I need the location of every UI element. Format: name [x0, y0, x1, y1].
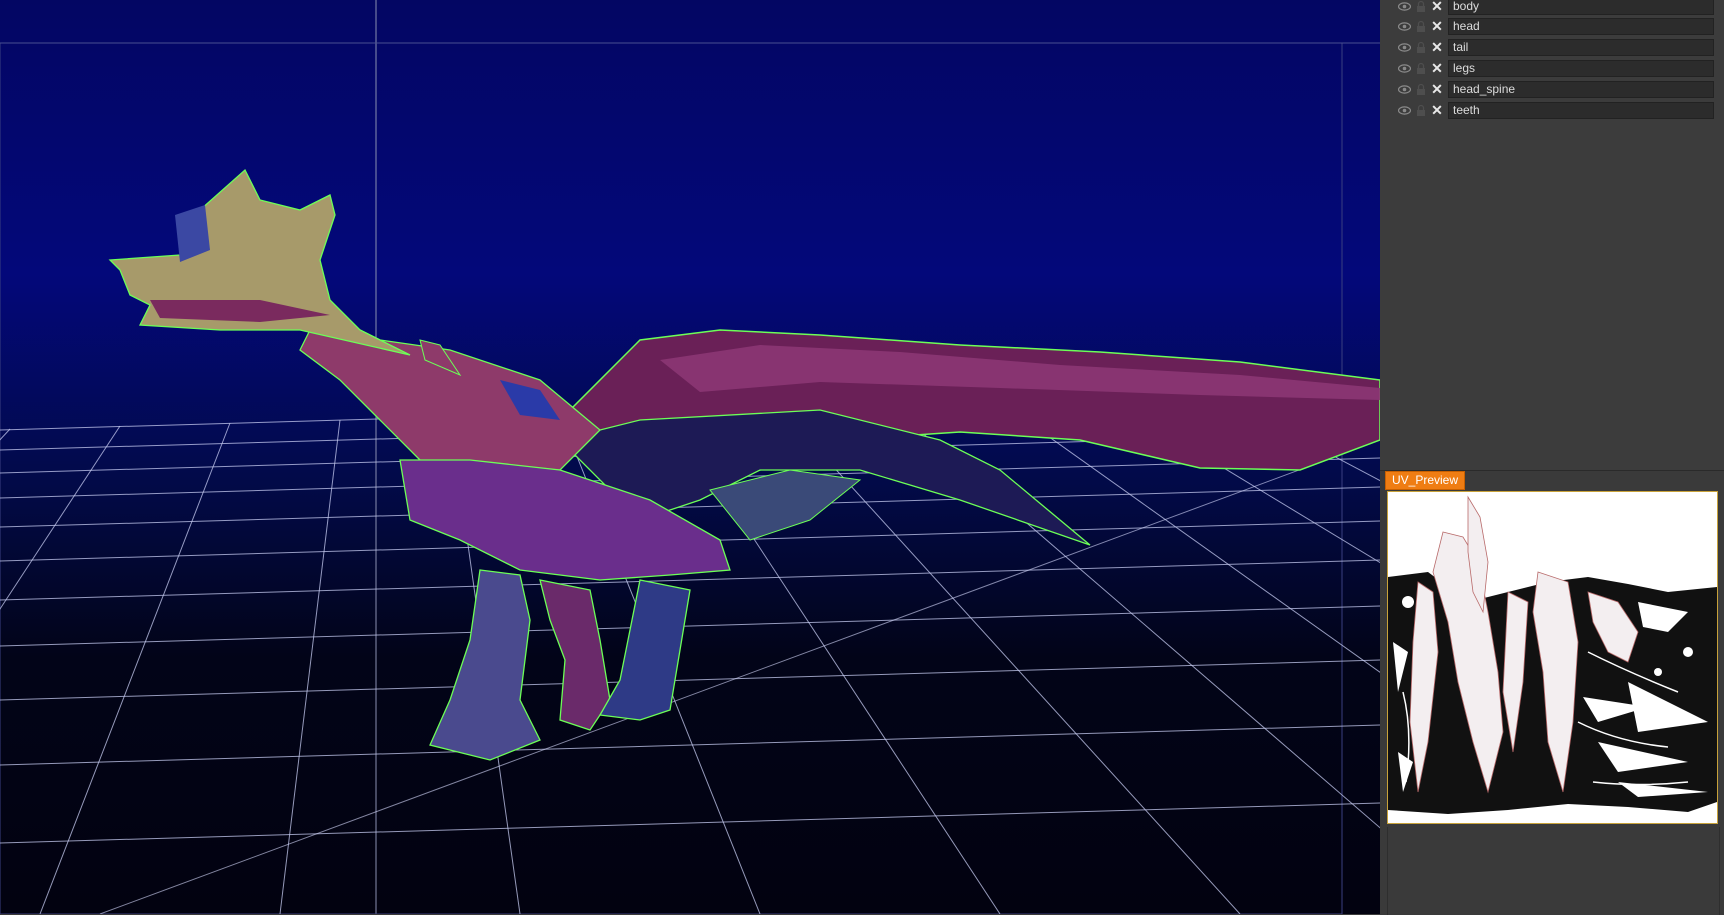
close-icon[interactable]: ✕	[1430, 40, 1444, 54]
eye-icon[interactable]	[1398, 41, 1411, 54]
3d-viewport[interactable]	[0, 0, 1380, 914]
lock-icon[interactable]	[1416, 41, 1426, 54]
uv-preview-panel: UV_Preview	[1380, 470, 1724, 915]
layer-row-head[interactable]: ✕ head	[1388, 17, 1724, 37]
lock-icon[interactable]	[1416, 20, 1426, 33]
layer-name[interactable]: head	[1448, 18, 1714, 35]
layer-name[interactable]: tail	[1448, 39, 1714, 56]
layer-row-teeth[interactable]: ✕ teeth	[1388, 101, 1724, 121]
lock-icon[interactable]	[1416, 0, 1426, 13]
close-icon[interactable]: ✕	[1430, 61, 1444, 75]
head-mesh[interactable]	[108, 168, 411, 356]
eye-icon[interactable]	[1398, 104, 1411, 117]
dragon-mesh[interactable]	[108, 168, 1380, 761]
lock-icon[interactable]	[1416, 62, 1426, 75]
layer-row-tail[interactable]: ✕ tail	[1388, 38, 1724, 58]
layer-name[interactable]: body	[1448, 0, 1714, 15]
layer-name[interactable]: teeth	[1448, 102, 1714, 119]
layer-name[interactable]: legs	[1448, 60, 1714, 77]
close-icon[interactable]: ✕	[1430, 82, 1444, 96]
lock-icon[interactable]	[1416, 104, 1426, 117]
uv-map-image	[1388, 492, 1717, 823]
lock-icon[interactable]	[1416, 83, 1426, 96]
middle-leg-mesh[interactable]	[539, 579, 611, 731]
eye-icon[interactable]	[1398, 0, 1411, 13]
close-icon[interactable]: ✕	[1430, 19, 1444, 33]
layer-name[interactable]: head_spine	[1448, 81, 1714, 98]
close-icon[interactable]: ✕	[1430, 0, 1444, 13]
layer-row-legs[interactable]: ✕ legs	[1388, 59, 1724, 79]
viewport-canvas[interactable]	[0, 0, 1380, 914]
layer-row-body[interactable]: ✕ body	[1388, 0, 1724, 17]
eye-icon[interactable]	[1398, 20, 1411, 33]
eye-icon[interactable]	[1398, 62, 1411, 75]
uv-panel-empty-area	[1387, 827, 1720, 915]
uv-preview-tab[interactable]: UV_Preview	[1385, 471, 1466, 490]
side-panel: ✕ body ✕ head ✕ tail ✕ legs ✕ head_spine	[1380, 0, 1724, 915]
rear-leg-mesh[interactable]	[598, 579, 691, 721]
layer-row-head-spine[interactable]: ✕ head_spine	[1388, 80, 1724, 100]
eye-icon[interactable]	[1398, 83, 1411, 96]
front-leg-mesh[interactable]	[429, 569, 541, 761]
close-icon[interactable]: ✕	[1430, 103, 1444, 117]
uv-preview-canvas[interactable]	[1387, 491, 1718, 824]
